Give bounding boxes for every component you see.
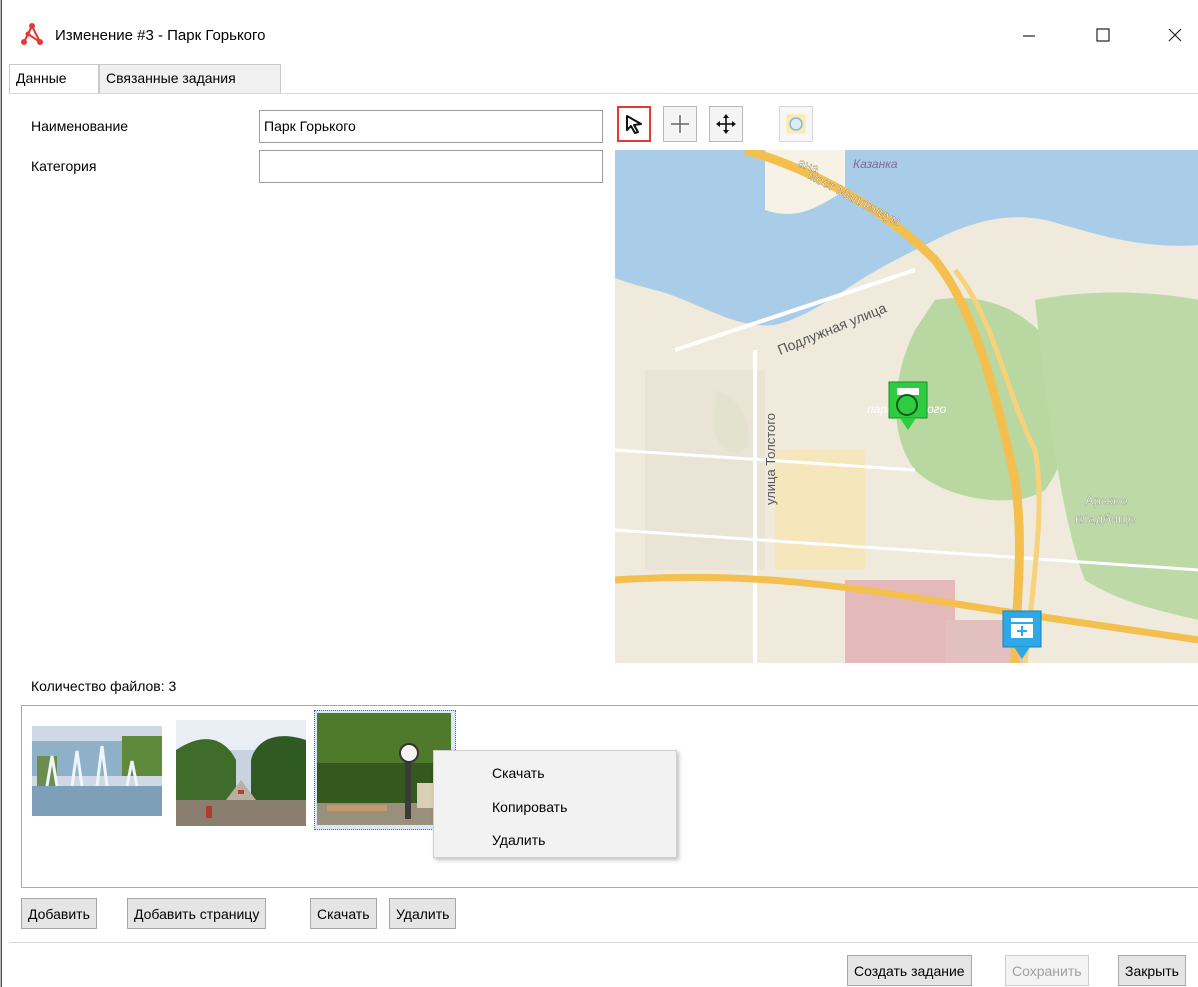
alley-photo: [176, 720, 306, 826]
close-window-button[interactable]: [1155, 18, 1195, 52]
menu-item-delete[interactable]: Удалить: [492, 832, 545, 848]
menu-item-copy[interactable]: Копировать: [492, 799, 567, 815]
save-button[interactable]: Сохранить: [1005, 955, 1089, 986]
clock-photo: [317, 713, 451, 825]
category-label: Категория: [31, 158, 97, 174]
add-page-button[interactable]: Добавить страницу: [127, 898, 267, 929]
pan-move-icon: [716, 114, 736, 134]
window-left-edge: [1, 0, 2, 987]
tab-related-tasks[interactable]: Связанные задания: [99, 64, 281, 94]
add-point-icon: [671, 115, 689, 133]
city-block-yellow: [775, 450, 865, 570]
title-bar: Изменение #3 - Парк Горького: [1, 0, 1198, 60]
select-arrow-icon: [626, 115, 642, 134]
add-file-button[interactable]: Добавить: [21, 898, 97, 929]
close-button[interactable]: Закрыть: [1118, 955, 1186, 986]
map-label-kazanka: Казанка: [853, 157, 898, 171]
tab-content-border: [9, 93, 1198, 94]
create-task-button[interactable]: Создать задание: [847, 955, 972, 986]
pan-tool-button[interactable]: [709, 106, 743, 142]
map-view[interactable]: Казанка ана мост Миллениум Подлужная ули…: [615, 150, 1198, 663]
maximize-button[interactable]: [1083, 18, 1123, 52]
context-menu: Скачать Копировать Удалить: [433, 750, 677, 858]
files-count-label: Количество файлов: 3: [31, 678, 177, 694]
zoom-search-icon: [786, 114, 806, 134]
thumbnail-alley[interactable]: [176, 720, 306, 828]
name-label: Наименование: [31, 118, 129, 134]
close-icon: [1168, 28, 1182, 42]
name-input[interactable]: Парк Горького: [259, 110, 603, 143]
download-file-button[interactable]: Скачать: [310, 898, 377, 929]
minimize-icon: [1023, 35, 1035, 37]
map-label-arskoe: Арское: [1085, 493, 1128, 508]
menu-item-download[interactable]: Скачать: [492, 765, 545, 781]
add-point-tool-button[interactable]: [663, 106, 697, 142]
category-input[interactable]: [259, 150, 603, 183]
window-title: Изменение #3 - Парк Горького: [55, 27, 266, 44]
maximize-icon: [1096, 28, 1110, 42]
map-label-tolstogo: улица Толстого: [763, 413, 778, 505]
thumbnail-fountain[interactable]: [32, 720, 162, 828]
footer-divider: [9, 942, 1198, 943]
dialog-window: Изменение #3 - Парк Горького Данные Связ…: [0, 0, 1198, 987]
app-logo-icon: [21, 23, 43, 45]
tab-data[interactable]: Данные: [9, 64, 99, 95]
delete-file-button[interactable]: Удалить: [389, 898, 457, 929]
map-label-cemetery: кладбище: [1075, 511, 1136, 526]
map-canvas[interactable]: Казанка ана мост Миллениум Подлужная ули…: [615, 150, 1198, 663]
select-tool-button[interactable]: [617, 106, 651, 142]
zoom-tool-button[interactable]: [779, 106, 813, 142]
fountain-photo: [32, 726, 162, 816]
minimize-button[interactable]: [1009, 18, 1049, 52]
